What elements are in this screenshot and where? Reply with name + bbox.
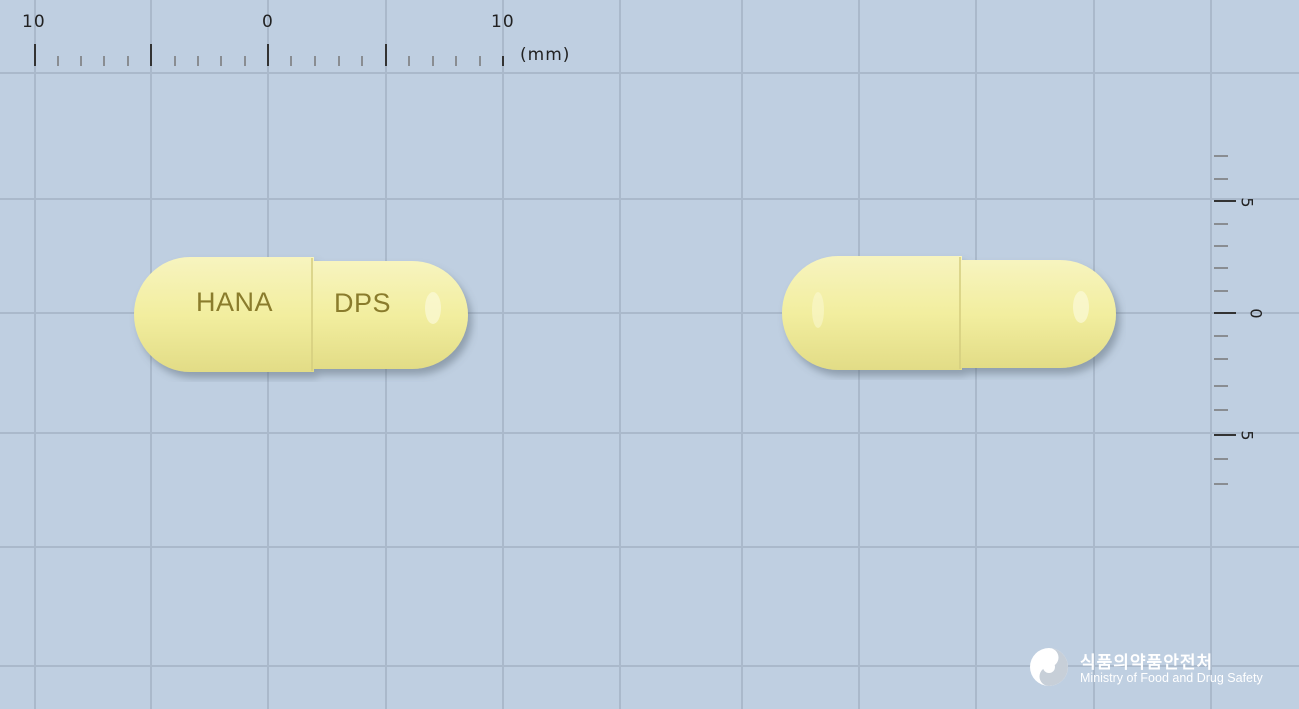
ruler-label-zero: 0 (262, 12, 274, 32)
imprint-dps: DPS (334, 288, 392, 318)
ruler-unit: (mm) (520, 45, 571, 65)
capsule-front (134, 257, 468, 372)
vruler-label-top: 5 (1237, 197, 1257, 208)
ruler-label-left: 10 (22, 12, 46, 32)
ruler-label-right: 10 (491, 12, 515, 32)
vruler-label-zero: 0 (1246, 308, 1266, 319)
vruler-label-bottom: 5 (1237, 430, 1257, 441)
capsule-back (782, 256, 1116, 370)
logo-text-korean: 식품의약품안전처 (1080, 653, 1214, 673)
logo-text-english: Ministry of Food and Drug Safety (1080, 671, 1263, 685)
imprint-hana: HANA (196, 287, 274, 317)
mfds-emblem-icon (1030, 648, 1068, 686)
